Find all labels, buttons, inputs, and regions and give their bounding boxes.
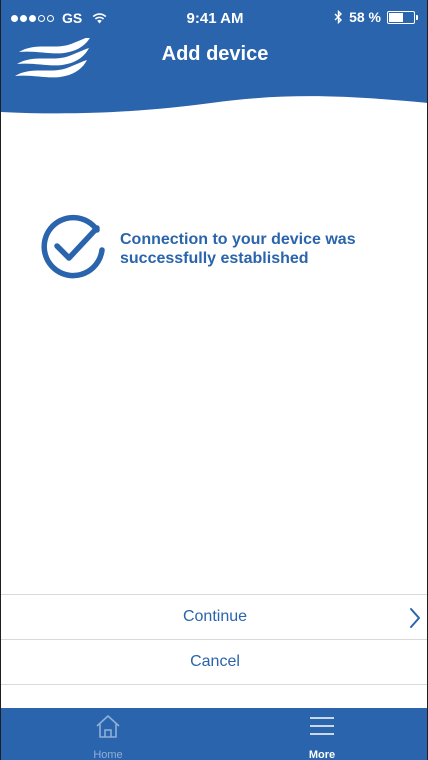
success-message: Connection to your device was successful… (120, 231, 356, 267)
bluetooth-icon (334, 10, 343, 24)
cancel-button[interactable]: Cancel (1, 640, 427, 684)
menu-icon (310, 717, 334, 735)
tab-more-label: More (308, 749, 336, 760)
battery-icon (387, 10, 418, 24)
tab-home-label: Home (93, 749, 123, 760)
continue-button[interactable]: Continue (1, 595, 427, 639)
continue-label: Continue (182, 608, 248, 625)
page-title: Add device (161, 43, 269, 65)
header: GS 9:41 AM 58 % Add device (1, 0, 427, 140)
tab-more[interactable]: More (215, 708, 427, 760)
tab-bar: Home More (1, 708, 427, 760)
status-bar: GS 9:41 AM 58 % (1, 0, 427, 36)
chevron-right-icon (410, 608, 420, 628)
status-right: 58 % (334, 9, 418, 25)
check-circle-icon (41, 214, 105, 279)
battery-percentage: 58 % (349, 9, 381, 25)
divider (1, 684, 427, 685)
app-screen: GS 9:41 AM 58 % Add device Connection to… (0, 0, 428, 760)
tab-home[interactable]: Home (1, 708, 215, 760)
home-icon (96, 715, 120, 738)
cancel-label: Cancel (190, 653, 240, 670)
